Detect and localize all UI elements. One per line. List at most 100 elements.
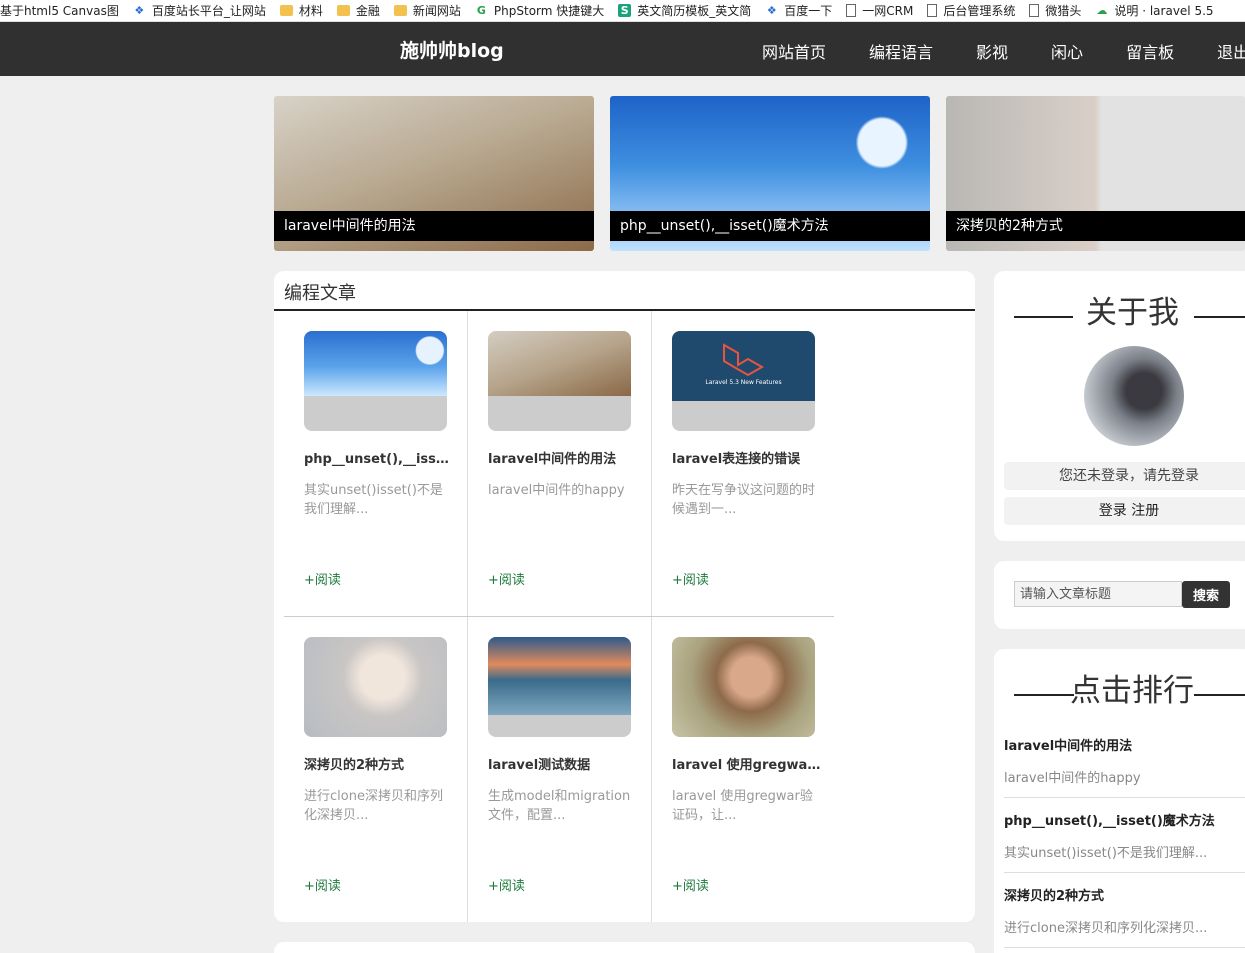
bookmark-label: 英文简历模板_英文简 (637, 4, 752, 18)
bookmark-item[interactable]: ❖ 百度站长平台_让网站 (133, 2, 266, 19)
laravel-logo-icon (723, 343, 765, 377)
nav-links: 网站首页 编程语言 影视 闲心 留言板 退出 (762, 39, 1245, 63)
ranking-item[interactable]: laravel中间件的用法 laravel中间件的happy (1004, 735, 1245, 786)
title-rule (1194, 316, 1245, 318)
article-card: php__unset(),__isset()魔术方法 其实unset()isse… (284, 311, 468, 617)
nav-home[interactable]: 网站首页 (762, 39, 826, 63)
article-thumbnail[interactable] (488, 331, 631, 431)
article-thumbnail[interactable]: Laravel 5.3 New Features (672, 331, 815, 431)
ranking-item-summary: 进行clone深拷贝和序列化深拷贝... (1004, 921, 1208, 936)
article-title[interactable]: laravel中间件的用法 (488, 448, 638, 467)
bookmark-label: 说明 · laravel 5.5 (1114, 4, 1214, 18)
bookmark-item[interactable]: 基于html5 Canvas图 (0, 2, 119, 19)
article-summary: 生成model和migration文件，配置... (488, 789, 631, 823)
banner-caption: laravel中间件的用法 (274, 211, 594, 241)
avatar (1084, 346, 1184, 446)
bookmark-label: 一网CRM (862, 4, 914, 18)
read-more-link[interactable]: +阅读 (672, 875, 709, 894)
register-link[interactable]: 注册 (1131, 503, 1159, 519)
nav-logout[interactable]: 退出 (1217, 39, 1245, 63)
bookmark-item[interactable]: 一网CRM (846, 2, 913, 19)
cloud-icon: ☁ (1096, 4, 1108, 17)
article-thumbnail[interactable] (488, 637, 631, 737)
page-icon (846, 4, 857, 17)
bookmark-label: 微猎头 (1045, 4, 1082, 18)
banner-item[interactable]: php__unset(),__isset()魔术方法 (610, 96, 930, 251)
article-title[interactable]: laravel表连接的错误 (672, 448, 822, 467)
ranking-item-summary: 其实unset()isset()不是我们理解... (1004, 846, 1208, 861)
articles-panel: 编程文章 php__unset(),__isset()魔术方法 其实unset(… (274, 271, 975, 922)
bookmark-label: 金融 (355, 4, 380, 18)
bookmark-item[interactable]: S 英文简历模板_英文简 (618, 2, 751, 19)
article-thumbnail[interactable] (672, 637, 815, 737)
folder-icon (393, 5, 407, 16)
bookmark-item[interactable]: 后台管理系统 (927, 2, 1015, 19)
bookmark-item[interactable]: ❖ 百度一下 (765, 2, 832, 19)
article-title[interactable]: php__unset(),__isset()魔术方法 (304, 448, 454, 467)
article-thumbnail[interactable] (304, 331, 447, 431)
nav-leisure[interactable]: 闲心 (1051, 39, 1083, 63)
about-box: 关于我 您还未登录，请先登录 登录 注册 (994, 271, 1245, 541)
section-title: 编程文章 (284, 283, 356, 304)
article-card: laravel中间件的用法 laravel中间件的happy +阅读 (468, 311, 652, 617)
bookmark-folder[interactable]: 金融 (336, 2, 380, 19)
banner-caption: 深拷贝的2种方式 (946, 211, 1245, 241)
ranking-divider (1004, 947, 1245, 948)
read-more-link[interactable]: +阅读 (672, 569, 709, 588)
folder-icon (336, 5, 350, 16)
page-icon (927, 4, 938, 17)
bookmark-label: 基于html5 Canvas图 (0, 4, 119, 18)
article-summary: 昨天在写争议这问题的时候遇到一... (672, 483, 816, 517)
ranking-divider (1004, 872, 1245, 873)
ranking-item-title[interactable]: 深拷贝的2种方式 (1004, 885, 1245, 904)
top-nav: 施帅帅blog 网站首页 编程语言 影视 闲心 留言板 退出 (0, 22, 1245, 76)
login-link[interactable]: 登录 (1099, 503, 1127, 519)
nav-programming[interactable]: 编程语言 (869, 39, 933, 63)
search-button[interactable]: 搜索 (1182, 581, 1230, 608)
bookmark-item[interactable]: ☁ 说明 · laravel 5.5 (1095, 2, 1213, 19)
banner-item[interactable]: 深拷贝的2种方式 (946, 96, 1245, 251)
about-title: 关于我 (1086, 295, 1179, 331)
nav-movies[interactable]: 影视 (976, 39, 1008, 63)
article-summary: laravel 使用gregwar验证码，让... (672, 789, 813, 823)
banner-caption: php__unset(),__isset()魔术方法 (610, 211, 930, 241)
search-input[interactable] (1014, 581, 1182, 607)
bookmark-label: 后台管理系统 (943, 4, 1016, 18)
article-title[interactable]: laravel 使用gregwar验证码 (672, 754, 822, 773)
ranking-item-title[interactable]: laravel中间件的用法 (1004, 735, 1245, 754)
read-more-link[interactable]: +阅读 (488, 875, 525, 894)
article-title[interactable]: 深拷贝的2种方式 (304, 754, 454, 773)
site-title[interactable]: 施帅帅blog (400, 36, 504, 63)
nav-guestbook[interactable]: 留言板 (1126, 39, 1174, 63)
read-more-link[interactable]: +阅读 (304, 569, 341, 588)
bookmark-label: 百度站长平台_让网站 (151, 4, 266, 18)
banner-item[interactable]: laravel中间件的用法 (274, 96, 594, 251)
article-thumbnail[interactable] (304, 637, 447, 737)
ranking-item-summary: laravel中间件的happy (1004, 771, 1141, 786)
folder-icon (279, 5, 293, 16)
article-title[interactable]: laravel测试数据 (488, 754, 638, 773)
ranking-item[interactable]: 深拷贝的2种方式 进行clone深拷贝和序列化深拷贝... (1004, 885, 1245, 936)
ranking-item-title[interactable]: php__unset(),__isset()魔术方法 (1004, 810, 1245, 829)
article-card: 深拷贝的2种方式 进行clone深拷贝和序列化深拷贝... +阅读 (284, 617, 468, 923)
ranking-item[interactable]: php__unset(),__isset()魔术方法 其实unset()isse… (1004, 810, 1245, 861)
auth-links: 登录 注册 (1004, 497, 1245, 525)
article-summary: 其实unset()isset()不是我们理解... (304, 483, 443, 517)
bookmark-label: 新闻网站 (412, 4, 461, 18)
bookmarks-bar: 基于html5 Canvas图 ❖ 百度站长平台_让网站 材料 金融 新闻网站 G… (0, 0, 1245, 22)
thumbnail-caption: Laravel 5.3 New Features (705, 379, 782, 386)
bookmark-folder[interactable]: 材料 (279, 2, 323, 19)
login-status: 您还未登录，请先登录 (1004, 462, 1245, 490)
article-summary: laravel中间件的happy (488, 483, 625, 498)
ranking-box: 点击排行 laravel中间件的用法 laravel中间件的happy php_… (994, 649, 1245, 953)
read-more-link[interactable]: +阅读 (488, 569, 525, 588)
bookmark-label: PhpStorm 快捷键大 (493, 4, 605, 18)
s-icon: S (618, 4, 632, 17)
ranking-divider (1004, 797, 1245, 798)
bookmark-folder[interactable]: 新闻网站 (393, 2, 461, 19)
g-icon: G (476, 4, 486, 17)
read-more-link[interactable]: +阅读 (304, 875, 341, 894)
bookmark-item[interactable]: 微猎头 (1029, 2, 1081, 19)
bookmark-item[interactable]: G PhpStorm 快捷键大 (475, 2, 604, 19)
article-card: laravel测试数据 生成model和migration文件，配置... +阅… (468, 617, 652, 923)
